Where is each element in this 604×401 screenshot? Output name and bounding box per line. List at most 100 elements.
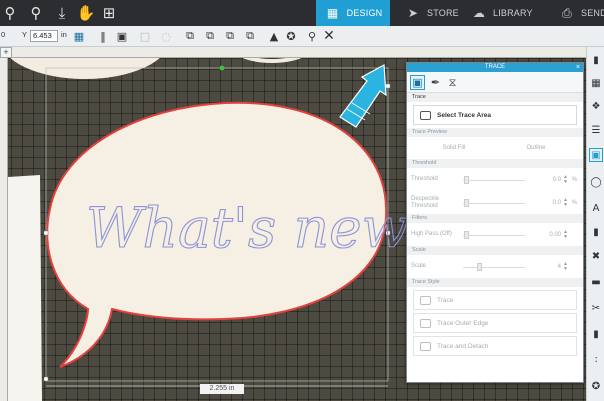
trace-and-detach-icon bbox=[420, 341, 431, 351]
lasso-icon[interactable]: ⧖ bbox=[445, 75, 460, 90]
tab-design-label: DESIGN bbox=[346, 8, 383, 18]
background-shape bbox=[8, 175, 42, 401]
high-pass-slider[interactable] bbox=[463, 230, 525, 240]
unit-label: in bbox=[61, 30, 67, 39]
resize-handle-left[interactable] bbox=[43, 230, 49, 236]
distribute-icon[interactable]: ‖ bbox=[96, 29, 110, 43]
solid-fill-button[interactable]: Solid Fill bbox=[413, 139, 495, 157]
resize-handle-top-right[interactable] bbox=[385, 83, 391, 89]
pan-icon[interactable]: ✋ bbox=[76, 3, 96, 23]
center-icon[interactable]: ▣ bbox=[115, 29, 129, 43]
tab-library-label: LIBRARY bbox=[493, 8, 533, 18]
dimension-label: 2.255 in bbox=[200, 384, 244, 394]
modify-icon[interactable]: ✖ bbox=[589, 249, 603, 263]
scale-label: Scale bbox=[411, 263, 427, 269]
bubble-text[interactable]: What's new? bbox=[85, 195, 439, 260]
eyedropper-icon[interactable]: ✒ bbox=[428, 75, 443, 90]
section-trace: Trace bbox=[407, 93, 583, 102]
threshold-value[interactable]: 0.0 bbox=[543, 177, 561, 183]
paint-bucket-icon[interactable]: ▲ bbox=[267, 29, 281, 43]
resize-handle-bottom-left[interactable] bbox=[43, 376, 49, 382]
replicate-icon[interactable]: ▮ bbox=[589, 225, 603, 239]
threshold-row: Threshold 0.0 ▲ ▼ % bbox=[407, 168, 583, 191]
scale-spinner[interactable]: ▲ ▼ bbox=[563, 261, 568, 272]
grid-icon[interactable]: ⊞ bbox=[99, 3, 119, 23]
despeckle-value[interactable]: 0.0 bbox=[543, 200, 561, 206]
close-icon[interactable]: × bbox=[576, 63, 580, 72]
trace-button-label: Trace bbox=[437, 296, 454, 304]
tab-store-label: STORE bbox=[427, 8, 459, 18]
align-icon[interactable]: ▬ bbox=[589, 275, 603, 289]
trace-outer-edge-button[interactable]: Trace Outer Edge bbox=[413, 313, 577, 333]
store-icon: ➤ bbox=[407, 6, 419, 20]
scale-value[interactable]: 4 bbox=[543, 264, 561, 270]
trace-button[interactable]: Trace bbox=[413, 290, 577, 310]
page-setup-icon[interactable]: ▮ bbox=[589, 53, 603, 67]
trace-and-detach-label: Trace and Detach bbox=[437, 342, 489, 350]
scale-slider[interactable] bbox=[463, 262, 525, 272]
silhouette-studio-window: ⚲ ⚲ ⤓ ✋ ⊞ ▦ DESIGN ➤ STORE ☁ LIBRARY ⎙ S… bbox=[0, 0, 604, 401]
tab-store[interactable]: ➤ STORE bbox=[404, 0, 459, 26]
cut-settings-icon[interactable]: ▦ bbox=[589, 76, 603, 90]
move-icon[interactable]: ⤓ bbox=[52, 3, 72, 23]
top-ruler bbox=[12, 47, 586, 58]
despeckle-unit: % bbox=[571, 199, 577, 206]
align-grid-icon[interactable]: ▦ bbox=[72, 29, 86, 43]
transform-icon[interactable]: ✂ bbox=[589, 301, 603, 315]
trace-tools: ▣ ✒ ⧖ bbox=[407, 72, 583, 93]
top-toolbar: ⚲ ⚲ ⤓ ✋ ⊞ ▦ DESIGN ➤ STORE ☁ LIBRARY ⎙ S… bbox=[0, 0, 604, 26]
x-value: 0 bbox=[1, 30, 6, 39]
section-filters: Filters bbox=[407, 214, 583, 223]
threshold-slider[interactable] bbox=[463, 175, 525, 185]
select-trace-area-button[interactable]: Select Trace Area bbox=[413, 105, 577, 125]
trace-icon bbox=[420, 295, 431, 305]
trace-area-icon[interactable]: ▣ bbox=[410, 75, 425, 90]
line-style-icon[interactable]: ☰ bbox=[589, 123, 603, 137]
transform-toolbar: 0 Y 6.453 in ▦ ‖ ▣ □ ◌ ⧉ ⧉ ⧉ ⧉ ▲ ✪ ⚲ ✕ bbox=[0, 26, 604, 47]
trace-panel-icon[interactable]: ▣ bbox=[589, 148, 603, 162]
trace-panel-titlebar[interactable]: TRACE × bbox=[407, 63, 583, 72]
weld-icon[interactable]: ⧉ bbox=[183, 29, 197, 43]
library-icon: ☁ bbox=[472, 6, 486, 20]
despeckle-slider[interactable] bbox=[463, 198, 525, 208]
tab-send-label: SEND bbox=[581, 8, 604, 18]
add-page-button[interactable]: + bbox=[0, 47, 12, 58]
text-style-icon[interactable]: A bbox=[589, 201, 603, 215]
right-tool-strip: ▮ ▦ ❖ ☰ ▣ ◯ A ▮ ✖ ▬ ✂ ▮ ∶ ✪ bbox=[586, 47, 604, 401]
close-icon[interactable]: ✕ bbox=[322, 28, 336, 44]
subtract-icon[interactable]: ⧉ bbox=[203, 29, 217, 43]
outline-button[interactable]: Outline bbox=[495, 139, 577, 157]
despeckle-label: Despeckle Threshold bbox=[411, 195, 440, 209]
crop-icon[interactable]: ⧉ bbox=[243, 29, 257, 43]
offset-icon[interactable]: ◯ bbox=[589, 175, 603, 189]
layers-icon[interactable]: ∶ bbox=[589, 353, 603, 367]
rotate-handle[interactable] bbox=[219, 65, 225, 71]
threshold-spinner[interactable]: ▲ ▼ bbox=[563, 174, 568, 185]
despeckle-spinner[interactable]: ▲ ▼ bbox=[563, 197, 568, 208]
shapes-icon[interactable]: ⚲ bbox=[305, 29, 319, 43]
y-label: Y bbox=[22, 30, 28, 39]
knife-icon[interactable]: ▮ bbox=[589, 327, 603, 341]
ungroup-icon[interactable]: ◌ bbox=[159, 29, 173, 43]
group-icon[interactable]: □ bbox=[138, 29, 152, 43]
fill-color-icon[interactable]: ❖ bbox=[589, 99, 603, 113]
high-pass-row: High Pass (Off) 0.00 ▲ ▼ bbox=[407, 223, 583, 246]
zoom-fit-icon[interactable]: ⚲ bbox=[26, 3, 46, 23]
tab-send[interactable]: ⎙ SEND bbox=[558, 0, 604, 26]
select-trace-area-label: Select Trace Area bbox=[437, 111, 491, 119]
star-sticker-icon[interactable]: ✪ bbox=[284, 29, 298, 43]
zoom-icon[interactable]: ⚲ bbox=[0, 3, 20, 23]
high-pass-spinner[interactable]: ▲ ▼ bbox=[563, 229, 568, 240]
trace-panel: TRACE × ▣ ✒ ⧖ Trace Select Trace Area Tr… bbox=[406, 62, 584, 383]
y-position-input[interactable]: 6.453 bbox=[30, 30, 58, 42]
trace-and-detach-button[interactable]: Trace and Detach bbox=[413, 336, 577, 356]
solid-fill-label: Solid Fill bbox=[442, 145, 466, 151]
high-pass-value[interactable]: 0.00 bbox=[543, 232, 561, 238]
tab-library[interactable]: ☁ LIBRARY bbox=[470, 0, 533, 26]
library-panel-icon[interactable]: ✪ bbox=[589, 379, 603, 393]
design-icon: ▦ bbox=[326, 6, 339, 20]
select-area-icon bbox=[420, 110, 431, 120]
outline-label: Outline bbox=[526, 145, 546, 151]
tab-design[interactable]: ▦ DESIGN bbox=[316, 0, 390, 26]
intersect-icon[interactable]: ⧉ bbox=[223, 29, 237, 43]
